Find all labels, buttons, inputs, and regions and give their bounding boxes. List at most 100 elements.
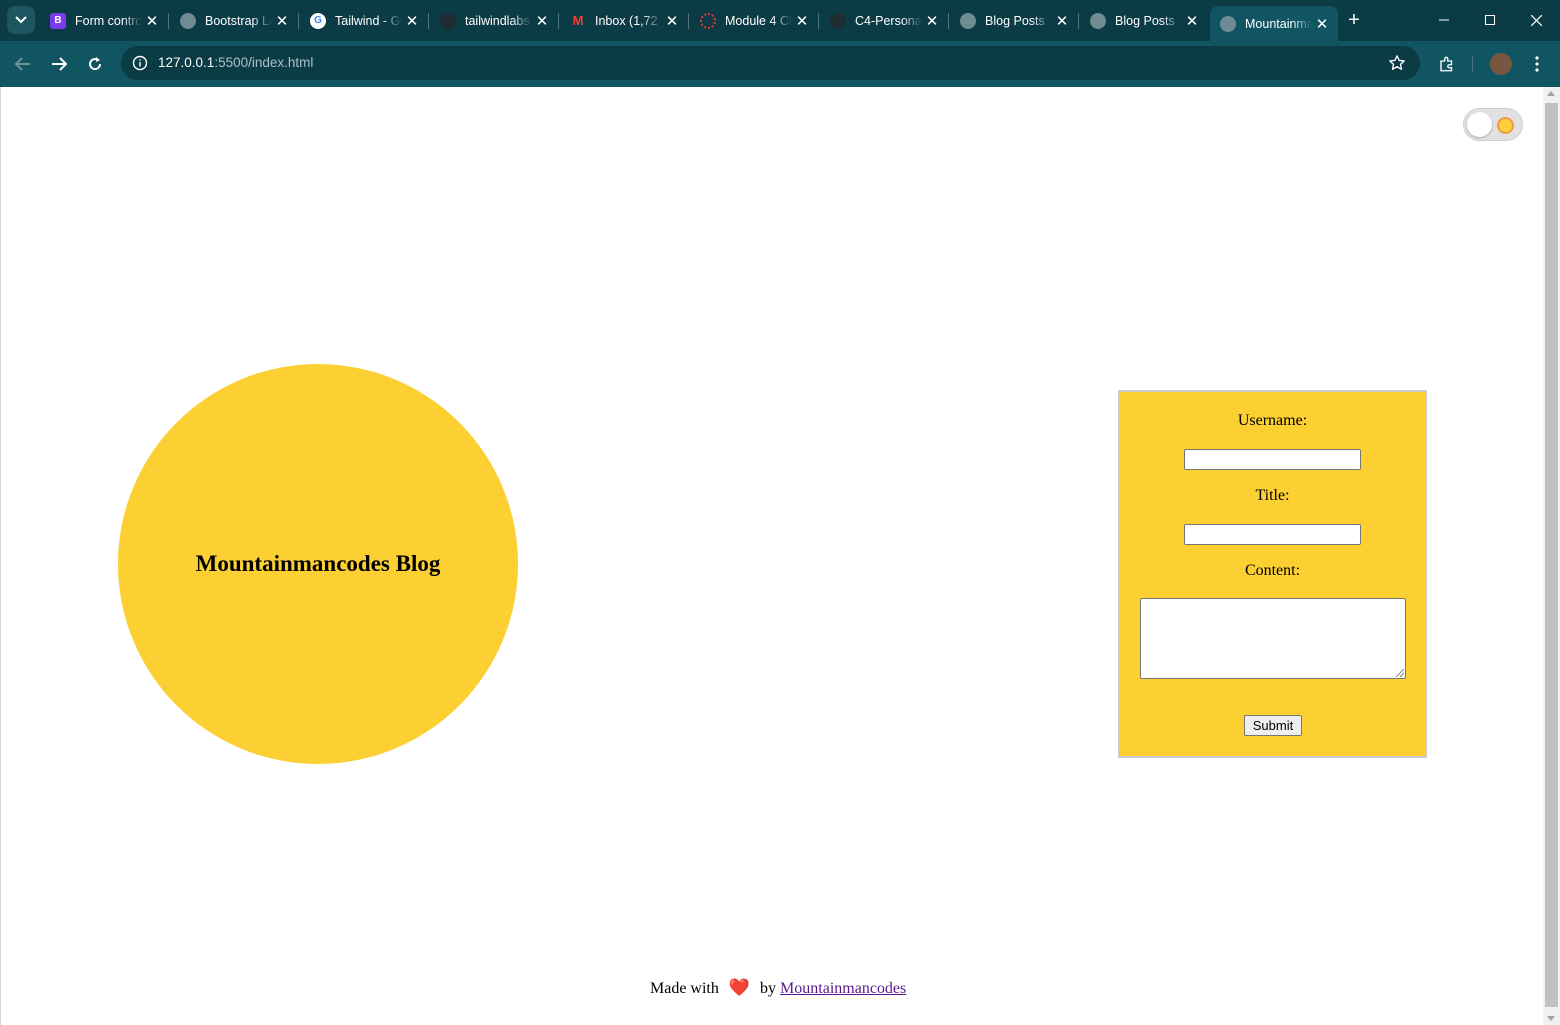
- tab-separator: [1078, 13, 1079, 29]
- title-input[interactable]: [1184, 524, 1361, 545]
- tab-search-button[interactable]: [7, 6, 35, 34]
- content-label: Content:: [1244, 562, 1301, 579]
- heart-icon: ❤️: [728, 978, 751, 997]
- tab-tailwind-google[interactable]: G Tailwind - Google ✕: [300, 6, 428, 35]
- globe-icon: [180, 12, 196, 29]
- blog-post-form: Username: Title: Content: Submit: [1118, 390, 1427, 758]
- close-icon[interactable]: ✕: [922, 11, 942, 31]
- close-icon[interactable]: ✕: [662, 11, 682, 31]
- minimize-button[interactable]: [1421, 0, 1467, 40]
- tab-separator: [298, 13, 299, 29]
- title-label: Title:: [1255, 487, 1290, 504]
- chevron-down-icon: [15, 16, 27, 24]
- forward-button[interactable]: [45, 50, 73, 78]
- username-label: Username:: [1237, 412, 1308, 429]
- tab-title: Tailwind - Google: [335, 13, 402, 28]
- tab-separator: [168, 13, 169, 29]
- bookmark-star-icon[interactable]: [1386, 52, 1408, 74]
- browser-toolbar: 127.0.0.1:5500/index.html: [0, 41, 1560, 87]
- tab-title: Bootstrap Layout: [205, 13, 272, 28]
- url-text[interactable]: 127.0.0.1:5500/index.html: [158, 55, 313, 70]
- back-button[interactable]: [9, 50, 37, 78]
- tab-blog-posts-1[interactable]: Blog Posts ✕: [950, 6, 1078, 35]
- scroll-up-arrow-icon[interactable]: [1547, 91, 1555, 96]
- close-icon[interactable]: ✕: [1312, 14, 1332, 34]
- arrow-right-icon: [52, 57, 67, 71]
- maximize-icon: [1485, 15, 1495, 25]
- maximize-button[interactable]: [1467, 0, 1513, 40]
- address-bar[interactable]: 127.0.0.1:5500/index.html: [121, 46, 1420, 80]
- footer-made-with: Made with: [650, 980, 719, 997]
- close-icon: [1530, 14, 1542, 26]
- window-close-button[interactable]: [1513, 0, 1559, 40]
- tab-strip: B Form controls ✕ Bootstrap Layout ✕ G T…: [0, 0, 1560, 41]
- tab-separator: [688, 13, 689, 29]
- url-path: :5500/index.html: [214, 55, 314, 70]
- tab-tailwindlabs[interactable]: tailwindlabs ✕: [430, 6, 558, 35]
- github-icon: [440, 12, 456, 29]
- tab-title: Form controls: [75, 13, 142, 28]
- tab-title: Blog Posts: [985, 13, 1045, 28]
- sun-icon: [1497, 117, 1514, 134]
- tab-blog-posts-2[interactable]: Blog Posts ✕: [1080, 6, 1208, 35]
- tab-bootstrap[interactable]: Bootstrap Layout ✕: [170, 6, 298, 35]
- minimize-icon: [1439, 19, 1449, 21]
- theme-toggle[interactable]: [1463, 108, 1523, 141]
- tab-title: Inbox (1,72: [595, 13, 658, 28]
- toggle-knob: [1467, 112, 1492, 137]
- author-link[interactable]: Mountainmancodes: [780, 980, 906, 997]
- reload-button[interactable]: [81, 50, 109, 78]
- tab-separator: [948, 13, 949, 29]
- content-textarea[interactable]: [1140, 598, 1406, 679]
- page-viewport: Mountainmancodes Blog Username: Title: C…: [0, 87, 1543, 1025]
- vertical-scrollbar[interactable]: [1543, 87, 1560, 1025]
- blog-title-circle: Mountainmancodes Blog: [118, 364, 518, 764]
- tab-mountainmancodes-active[interactable]: Mountainmancodes ✕: [1210, 6, 1338, 41]
- gmail-icon: M: [572, 13, 584, 28]
- close-icon[interactable]: ✕: [402, 11, 422, 31]
- close-icon[interactable]: ✕: [1052, 11, 1072, 31]
- tab-separator: [818, 13, 819, 29]
- extensions-button[interactable]: [1433, 50, 1461, 78]
- close-icon[interactable]: ✕: [792, 11, 812, 31]
- globe-icon: [960, 12, 976, 29]
- arrow-left-icon: [15, 57, 30, 71]
- menu-button[interactable]: [1523, 50, 1551, 78]
- scrollbar-thumb[interactable]: [1545, 103, 1558, 1007]
- google-icon: G: [310, 12, 326, 29]
- username-input[interactable]: [1184, 449, 1361, 470]
- url-host: 127.0.0.1: [158, 55, 215, 70]
- more-vertical-icon: [1535, 56, 1539, 72]
- new-tab-button[interactable]: +: [1342, 8, 1366, 32]
- tab-title: Module 4 Challenge: [725, 13, 792, 28]
- submit-button[interactable]: Submit: [1244, 715, 1302, 736]
- reload-icon: [89, 57, 102, 71]
- tab-separator: [558, 13, 559, 29]
- resize-handle[interactable]: [1396, 669, 1404, 677]
- bootstrap-icon: B: [50, 12, 66, 29]
- footer-by: by: [760, 980, 777, 997]
- loading-icon: [700, 12, 716, 29]
- page-title: Mountainmancodes Blog: [195, 551, 441, 576]
- tab-separator: [428, 13, 429, 29]
- globe-icon: [1090, 12, 1106, 29]
- github-icon: [830, 12, 846, 29]
- puzzle-icon: [1440, 56, 1453, 72]
- close-icon[interactable]: ✕: [1182, 11, 1202, 31]
- tab-form-controls[interactable]: B Form controls ✕: [40, 6, 168, 35]
- scroll-down-arrow-icon[interactable]: [1547, 1016, 1555, 1021]
- footer-text: Made with ❤️ by Mountainmancodes: [650, 978, 906, 998]
- close-icon[interactable]: ✕: [532, 11, 552, 31]
- profile-avatar[interactable]: [1490, 53, 1512, 75]
- tab-module-4[interactable]: Module 4 Challenge ✕: [690, 6, 818, 35]
- tab-title: tailwindlabs: [465, 13, 530, 28]
- close-icon[interactable]: ✕: [142, 11, 162, 31]
- tab-c4-personal[interactable]: C4-Personal ✕: [820, 6, 948, 35]
- site-info-icon[interactable]: [129, 52, 151, 74]
- tab-inbox[interactable]: M Inbox (1,72 ✕: [560, 6, 688, 35]
- toolbar-separator: [1472, 56, 1473, 72]
- tab-title: Mountainmancodes: [1245, 16, 1312, 31]
- tab-title: Blog Posts: [1115, 13, 1175, 28]
- tab-title: C4-Personal: [855, 13, 922, 28]
- close-icon[interactable]: ✕: [272, 11, 292, 31]
